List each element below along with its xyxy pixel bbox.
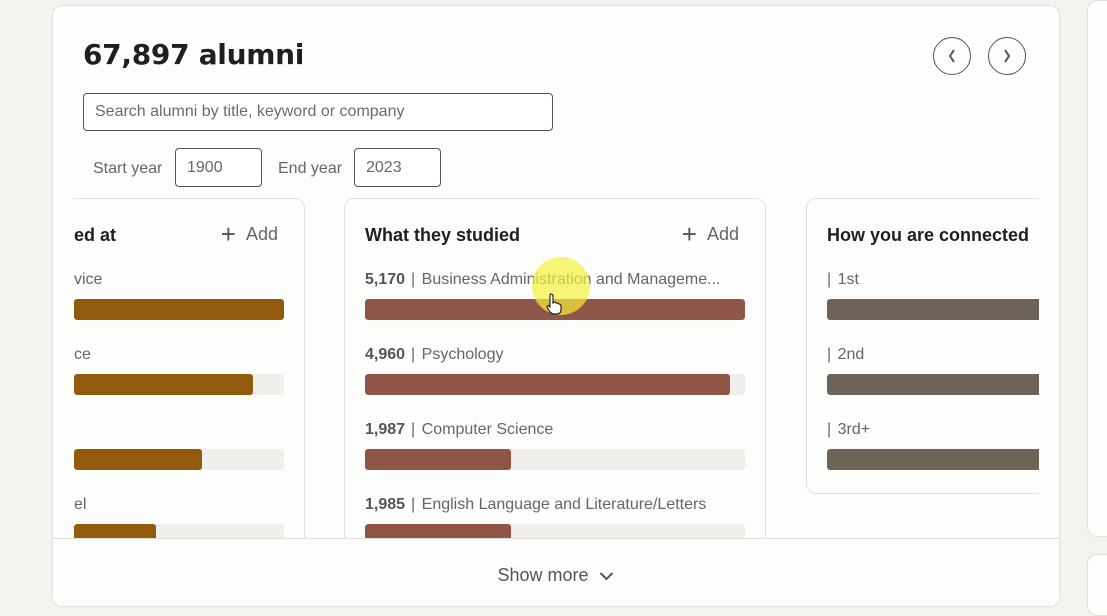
panel-title: What they studied [365,225,521,245]
panel-title: How you are connected [827,225,1030,245]
panel-what-they-studied: What they studied + Add 5,170 | Business … [344,198,766,541]
bar-row-count: 1,985 [365,496,406,513]
bar-row-count: 5,170 [365,271,406,288]
bar-row[interactable]: el [74,494,284,541]
bar-fill [365,299,745,320]
panel-rows: | 1st | 2nd | 3rd+ [827,269,1039,494]
separator: | [827,421,836,438]
bar-fill [365,374,730,395]
bar-row[interactable]: vice [74,269,284,344]
bar-row[interactable]: ce [74,344,284,419]
alumni-search-input[interactable] [83,93,553,131]
bar-row-label: 4,960 | Psychology [365,344,745,366]
plus-icon: + [681,219,697,249]
bar-track [365,449,745,470]
bar-row-label: | 2nd [827,344,1039,366]
bar-row-label: 5,170 | Business Administration and Manag… [365,269,745,291]
adjacent-card-lower [1087,554,1107,616]
bar-track [365,374,745,395]
bar-row-text: vice [74,271,103,288]
alumni-count-title: 67,897 alumni [83,38,305,71]
separator: | [827,271,836,288]
bar-row[interactable]: 4,960 | Psychology [365,344,745,419]
panel-rows: vice ce el [74,269,284,541]
separator: | [411,271,420,288]
bar-row[interactable]: | 2nd [827,344,1039,419]
bar-fill [74,299,284,320]
bar-row-count: 1,987 [365,421,406,438]
panel-how-you-are-connected: How you are connected | 1st | 2nd | 3rd+ [806,198,1039,494]
alumni-card: 67,897 alumni Start year End year ed at … [52,5,1060,607]
bar-row-text: ce [74,346,91,363]
bar-row-label: 1,985 | English Language and Literature/L… [365,494,745,516]
bar-row[interactable]: 5,170 | Business Administration and Manag… [365,269,745,344]
bar-row-text: Computer Science [421,421,554,438]
bar-track [74,299,284,320]
bar-row[interactable]: 1,985 | English Language and Literature/L… [365,494,745,541]
bar-row-label: vice [74,269,284,291]
start-year-input[interactable] [175,148,262,187]
bar-fill [74,449,203,470]
bar-row-label [74,419,284,441]
bar-row-text: 3rd+ [837,421,871,438]
bar-fill [365,449,511,470]
bar-row-text: Psychology [421,346,504,363]
bar-row-text: 2nd [837,346,865,363]
bar-track [827,449,1039,470]
chevron-right-icon [1004,49,1011,63]
bar-row-text: el [74,496,87,513]
bar-fill [827,374,1039,395]
chevron-left-icon [948,49,955,63]
panel-where-they-work: ed at + Add vice ce el [73,198,305,541]
separator: | [411,346,420,363]
chevron-down-icon [599,571,614,580]
bar-row-label: | 3rd+ [827,419,1039,441]
bar-row[interactable]: | 3rd+ [827,419,1039,494]
bar-track [74,374,284,395]
end-year-input[interactable] [354,148,441,187]
start-year-label: Start year [93,160,163,177]
add-field-of-study-button[interactable]: + Add [682,221,739,247]
separator: | [411,496,420,513]
bar-row-text: 1st [837,271,859,288]
bar-row-label: 1,987 | Computer Science [365,419,745,441]
bar-row-label: ce [74,344,284,366]
bar-track [365,299,745,320]
bar-row-text: English Language and Literature/Letters [421,496,707,513]
bar-row-label: el [74,494,284,516]
separator: | [411,421,420,438]
bar-row-count: 4,960 [365,346,406,363]
show-more-button[interactable]: Show more [497,565,614,586]
bar-row[interactable]: 1,987 | Computer Science [365,419,745,494]
bar-fill [74,374,253,395]
card-footer: Show more [53,538,1059,606]
next-button[interactable] [988,37,1026,75]
bar-row-label: | 1st [827,269,1039,291]
add-company-button[interactable]: + Add [221,221,278,247]
bar-row[interactable] [74,419,284,494]
panel-rows: 5,170 | Business Administration and Manag… [365,269,745,541]
bar-track [74,449,284,470]
panel-title: ed at [74,225,117,245]
insights-carousel: ed at + Add vice ce el What they studied +… [73,196,1039,541]
end-year-label: End year [278,160,343,177]
separator: | [827,346,836,363]
bar-row[interactable]: | 1st [827,269,1039,344]
previous-button[interactable] [933,37,971,75]
adjacent-card [1087,0,1107,537]
bar-track [827,374,1039,395]
bar-row-text: Business Administration and Manageme... [421,271,721,288]
bar-track [827,299,1039,320]
bar-fill [827,299,1039,320]
bar-fill [827,449,1039,470]
plus-icon: + [220,219,236,249]
